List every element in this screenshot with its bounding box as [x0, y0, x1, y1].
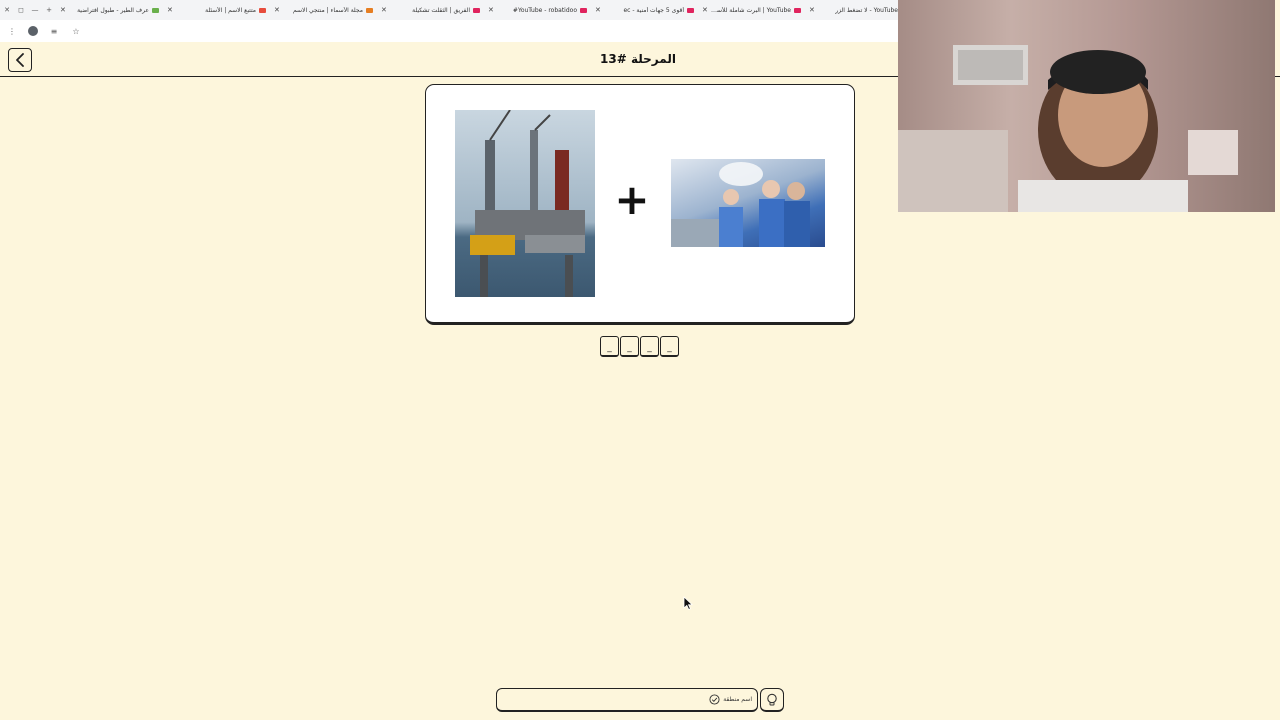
tab-list: عرف الطير - طبول افتراضية ✕ متتبع الاسم | … [56, 0, 898, 20]
tab-close-icon[interactable]: ✕ [381, 6, 387, 14]
browser-tab-bar: ✕ ◻ — + عرف الطير - طبول افتراضية ✕ متتبع … [0, 0, 898, 20]
minimize-window-icon[interactable]: — [28, 6, 42, 14]
tab-title: YouTube | البرت شاملة للأسئلة [710, 6, 791, 14]
oil-rig-image [455, 110, 595, 297]
browser-tab[interactable]: YouTube - لا تضغط الزر ✕ [805, 0, 898, 20]
profile-avatar[interactable] [28, 26, 38, 36]
browser-tab[interactable]: عرف الطير - طبول افتراضية ✕ [56, 0, 163, 20]
menu-dots-icon[interactable]: ⋮ [6, 27, 18, 36]
answer-slots: _ _ _ _ [600, 336, 679, 357]
tab-title: عرف الطير - طبول افتراضية [77, 6, 149, 14]
answer-slot[interactable]: _ [600, 336, 619, 357]
answer-slot[interactable]: _ [640, 336, 659, 357]
restore-window-icon[interactable]: ◻ [14, 6, 28, 14]
tab-favicon-icon [687, 7, 694, 13]
tab-favicon-icon [794, 7, 801, 13]
webcam-overlay [898, 0, 1275, 212]
tab-favicon-icon [259, 7, 266, 13]
close-window-icon[interactable]: ✕ [0, 6, 14, 14]
tab-favicon-icon [152, 7, 159, 13]
tab-close-icon[interactable]: ✕ [488, 6, 494, 14]
surgeons-image [671, 159, 825, 247]
hint-button[interactable] [760, 688, 784, 712]
lightbulb-icon [767, 693, 777, 705]
answer-slot[interactable]: _ [660, 336, 679, 357]
plus-operator: + [614, 175, 650, 224]
browser-tab[interactable]: YouTube | البرت شاملة للأسئلة ✕ [698, 0, 805, 20]
tab-close-icon[interactable]: ✕ [167, 6, 173, 14]
tab-title: YouTube - لا تضغط الزر [835, 6, 898, 14]
browser-tab[interactable]: الفريق | الثقلت تشكيلة ✕ [377, 0, 484, 20]
mouse-cursor-icon [683, 596, 693, 610]
answer-slot[interactable]: _ [620, 336, 639, 357]
browser-tab[interactable]: متتبع الاسم | الأسئلة ✕ [163, 0, 270, 20]
browser-tab[interactable]: YouTube - robatidoo# ✕ [484, 0, 591, 20]
tab-close-icon[interactable]: ✕ [274, 6, 280, 14]
answer-input[interactable]: اسم منطقة [496, 688, 758, 712]
browser-toolbar: ⋮ ≡ ☆ [0, 20, 898, 42]
tab-close-icon[interactable]: ✕ [60, 6, 66, 14]
tab-close-icon[interactable]: ✕ [809, 6, 815, 14]
puzzle-card: + [425, 84, 855, 325]
browser-tab[interactable]: أقوى 5 جهات أمنية - ec ✕ [591, 0, 698, 20]
tab-title: أقوى 5 جهات أمنية - ec [623, 6, 684, 14]
tab-title: مجلة الأسماء | منتجي الاسم [293, 6, 363, 14]
new-tab-icon[interactable]: + [42, 6, 56, 14]
tab-favicon-icon [473, 7, 480, 13]
tab-close-icon[interactable]: ✕ [702, 6, 708, 14]
browser-tab[interactable]: مجلة الأسماء | منتجي الاسم ✕ [270, 0, 377, 20]
check-circle-icon[interactable] [709, 694, 720, 705]
answer-placeholder: اسم منطقة [723, 696, 752, 703]
tab-close-icon[interactable]: ✕ [595, 6, 601, 14]
tab-favicon-icon [366, 7, 373, 13]
tab-search-icon[interactable]: ≡ [48, 27, 60, 36]
bookmark-star-icon[interactable]: ☆ [70, 27, 82, 36]
tab-title: الفريق | الثقلت تشكيلة [412, 6, 470, 14]
tab-title: YouTube - robatidoo# [512, 6, 577, 14]
tab-favicon-icon [580, 7, 587, 13]
tab-title: متتبع الاسم | الأسئلة [205, 6, 256, 14]
